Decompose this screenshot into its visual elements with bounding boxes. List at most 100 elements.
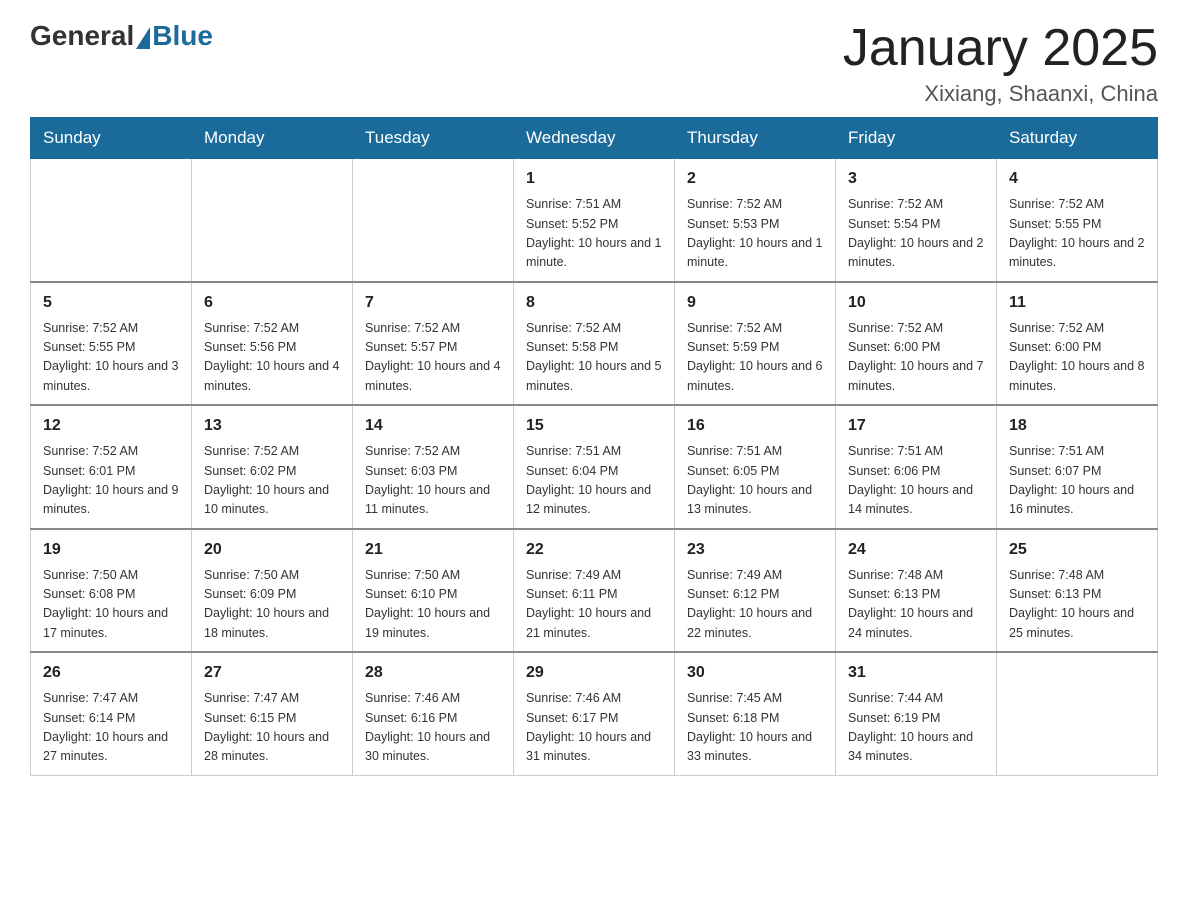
day-info: Sunrise: 7:50 AM Sunset: 6:10 PM Dayligh…	[365, 566, 501, 644]
calendar-cell: 15Sunrise: 7:51 AM Sunset: 6:04 PM Dayli…	[514, 405, 675, 529]
day-info: Sunrise: 7:50 AM Sunset: 6:08 PM Dayligh…	[43, 566, 179, 644]
calendar-cell: 27Sunrise: 7:47 AM Sunset: 6:15 PM Dayli…	[192, 652, 353, 775]
calendar-cell: 13 Sunrise: 7:52 AM Sunset: 6:02 PM Dayli…	[192, 405, 353, 529]
day-info: Sunrise: 7:47 AM Sunset: 6:15 PM Dayligh…	[204, 689, 340, 767]
day-info: Sunrise: 7:52 AM Sunset: 5:58 PM Dayligh…	[526, 319, 662, 397]
calendar-cell: 10 Sunrise: 7:52 AM Sunset: 6:00 PM Dayli…	[836, 282, 997, 406]
day-number: 23	[687, 538, 823, 562]
day-info: Sunrise: 7:52 AM Sunset: 6:00 PM Dayligh…	[848, 319, 984, 397]
day-number: 19	[43, 538, 179, 562]
calendar-cell: 7 Sunrise: 7:52 AM Sunset: 5:57 PM Daylig…	[353, 282, 514, 406]
weekday-header-saturday: Saturday	[997, 118, 1158, 159]
day-number: 29	[526, 661, 662, 685]
day-info: Sunrise: 7:45 AM Sunset: 6:18 PM Dayligh…	[687, 689, 823, 767]
calendar-cell: 3 Sunrise: 7:52 AM Sunset: 5:54 PM Daylig…	[836, 159, 997, 282]
calendar-cell	[192, 159, 353, 282]
day-number: 18	[1009, 414, 1145, 438]
day-info: Sunrise: 7:52 AM Sunset: 5:53 PM Dayligh…	[687, 195, 823, 273]
day-number: 21	[365, 538, 501, 562]
calendar-cell: 16 Sunrise: 7:51 AM Sunset: 6:05 PM Dayli…	[675, 405, 836, 529]
calendar-cell: 20 Sunrise: 7:50 AM Sunset: 6:09 PM Dayli…	[192, 529, 353, 653]
day-number: 7	[365, 291, 501, 315]
logo-general-text: General	[30, 20, 134, 52]
calendar-cell: 14 Sunrise: 7:52 AM Sunset: 6:03 PM Dayli…	[353, 405, 514, 529]
calendar-cell: 29Sunrise: 7:46 AM Sunset: 6:17 PM Dayli…	[514, 652, 675, 775]
day-info: Sunrise: 7:48 AM Sunset: 6:13 PM Dayligh…	[848, 566, 984, 644]
day-info: Sunrise: 7:50 AM Sunset: 6:09 PM Dayligh…	[204, 566, 340, 644]
calendar-cell: 17 Sunrise: 7:51 AM Sunset: 6:06 PM Dayli…	[836, 405, 997, 529]
calendar-table: SundayMondayTuesdayWednesdayThursdayFrid…	[30, 117, 1158, 776]
calendar-cell: 5 Sunrise: 7:52 AM Sunset: 5:55 PM Daylig…	[31, 282, 192, 406]
day-info: Sunrise: 7:52 AM Sunset: 5:56 PM Dayligh…	[204, 319, 340, 397]
calendar-cell: 24 Sunrise: 7:48 AM Sunset: 6:13 PM Dayli…	[836, 529, 997, 653]
day-info: Sunrise: 7:52 AM Sunset: 5:54 PM Dayligh…	[848, 195, 984, 273]
day-info: Sunrise: 7:52 AM Sunset: 5:59 PM Dayligh…	[687, 319, 823, 397]
day-info: Sunrise: 7:51 AM Sunset: 6:05 PM Dayligh…	[687, 442, 823, 520]
calendar-week-row: 5 Sunrise: 7:52 AM Sunset: 5:55 PM Daylig…	[31, 282, 1158, 406]
calendar-week-row: 26 Sunrise: 7:47 AM Sunset: 6:14 PM Dayli…	[31, 652, 1158, 775]
day-number: 13	[204, 414, 340, 438]
day-number: 3	[848, 167, 984, 191]
day-info: Sunrise: 7:52 AM Sunset: 6:03 PM Dayligh…	[365, 442, 501, 520]
weekday-header-thursday: Thursday	[675, 118, 836, 159]
page-header: General Blue January 2025 Xixiang, Shaan…	[30, 20, 1158, 107]
calendar-cell	[997, 652, 1158, 775]
day-number: 10	[848, 291, 984, 315]
logo-blue-text: Blue	[152, 20, 213, 52]
calendar-week-row: 12Sunrise: 7:52 AM Sunset: 6:01 PM Dayli…	[31, 405, 1158, 529]
day-info: Sunrise: 7:48 AM Sunset: 6:13 PM Dayligh…	[1009, 566, 1145, 644]
title-section: January 2025 Xixiang, Shaanxi, China	[843, 20, 1158, 107]
calendar-week-row: 1 Sunrise: 7:51 AM Sunset: 5:52 PM Daylig…	[31, 159, 1158, 282]
day-info: Sunrise: 7:47 AM Sunset: 6:14 PM Dayligh…	[43, 689, 179, 767]
day-number: 17	[848, 414, 984, 438]
day-number: 4	[1009, 167, 1145, 191]
weekday-header-friday: Friday	[836, 118, 997, 159]
calendar-title: January 2025	[843, 20, 1158, 77]
calendar-cell: 22 Sunrise: 7:49 AM Sunset: 6:11 PM Dayli…	[514, 529, 675, 653]
day-info: Sunrise: 7:52 AM Sunset: 5:57 PM Dayligh…	[365, 319, 501, 397]
day-number: 24	[848, 538, 984, 562]
day-number: 8	[526, 291, 662, 315]
weekday-header-monday: Monday	[192, 118, 353, 159]
day-info: Sunrise: 7:52 AM Sunset: 5:55 PM Dayligh…	[1009, 195, 1145, 273]
day-number: 28	[365, 661, 501, 685]
day-info: Sunrise: 7:49 AM Sunset: 6:11 PM Dayligh…	[526, 566, 662, 644]
day-info: Sunrise: 7:52 AM Sunset: 5:55 PM Dayligh…	[43, 319, 179, 397]
day-info: Sunrise: 7:44 AM Sunset: 6:19 PM Dayligh…	[848, 689, 984, 767]
calendar-cell: 6Sunrise: 7:52 AM Sunset: 5:56 PM Daylig…	[192, 282, 353, 406]
day-number: 16	[687, 414, 823, 438]
day-number: 12	[43, 414, 179, 438]
calendar-cell: 25Sunrise: 7:48 AM Sunset: 6:13 PM Dayli…	[997, 529, 1158, 653]
day-info: Sunrise: 7:51 AM Sunset: 5:52 PM Dayligh…	[526, 195, 662, 273]
calendar-cell: 30Sunrise: 7:45 AM Sunset: 6:18 PM Dayli…	[675, 652, 836, 775]
calendar-week-row: 19 Sunrise: 7:50 AM Sunset: 6:08 PM Dayli…	[31, 529, 1158, 653]
day-info: Sunrise: 7:51 AM Sunset: 6:06 PM Dayligh…	[848, 442, 984, 520]
day-number: 2	[687, 167, 823, 191]
day-info: Sunrise: 7:49 AM Sunset: 6:12 PM Dayligh…	[687, 566, 823, 644]
day-number: 5	[43, 291, 179, 315]
calendar-cell: 12Sunrise: 7:52 AM Sunset: 6:01 PM Dayli…	[31, 405, 192, 529]
day-number: 20	[204, 538, 340, 562]
calendar-cell: 23 Sunrise: 7:49 AM Sunset: 6:12 PM Dayli…	[675, 529, 836, 653]
calendar-cell: 1 Sunrise: 7:51 AM Sunset: 5:52 PM Daylig…	[514, 159, 675, 282]
calendar-cell: 4 Sunrise: 7:52 AM Sunset: 5:55 PM Daylig…	[997, 159, 1158, 282]
day-info: Sunrise: 7:51 AM Sunset: 6:07 PM Dayligh…	[1009, 442, 1145, 520]
calendar-cell: 19 Sunrise: 7:50 AM Sunset: 6:08 PM Dayli…	[31, 529, 192, 653]
calendar-header-row: SundayMondayTuesdayWednesdayThursdayFrid…	[31, 118, 1158, 159]
calendar-cell: 31Sunrise: 7:44 AM Sunset: 6:19 PM Dayli…	[836, 652, 997, 775]
day-number: 26	[43, 661, 179, 685]
calendar-cell: 11 Sunrise: 7:52 AM Sunset: 6:00 PM Dayli…	[997, 282, 1158, 406]
calendar-cell	[353, 159, 514, 282]
day-number: 1	[526, 167, 662, 191]
day-number: 22	[526, 538, 662, 562]
day-info: Sunrise: 7:52 AM Sunset: 6:00 PM Dayligh…	[1009, 319, 1145, 397]
weekday-header-wednesday: Wednesday	[514, 118, 675, 159]
day-number: 14	[365, 414, 501, 438]
calendar-cell: 28Sunrise: 7:46 AM Sunset: 6:16 PM Dayli…	[353, 652, 514, 775]
calendar-cell: 18 Sunrise: 7:51 AM Sunset: 6:07 PM Dayli…	[997, 405, 1158, 529]
day-info: Sunrise: 7:52 AM Sunset: 6:02 PM Dayligh…	[204, 442, 340, 520]
day-number: 11	[1009, 291, 1145, 315]
logo-triangle-icon	[136, 27, 150, 49]
calendar-cell: 26 Sunrise: 7:47 AM Sunset: 6:14 PM Dayli…	[31, 652, 192, 775]
day-info: Sunrise: 7:51 AM Sunset: 6:04 PM Dayligh…	[526, 442, 662, 520]
